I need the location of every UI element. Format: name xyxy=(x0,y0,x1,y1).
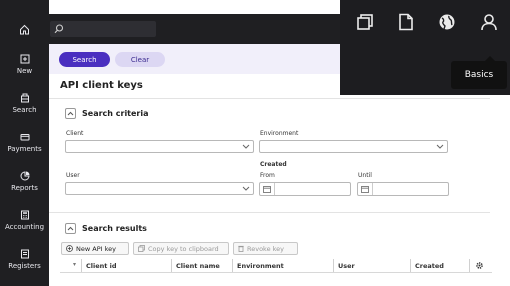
column-header-created[interactable]: Created xyxy=(410,259,467,272)
results-table-header: ▾ Client id Client name Environment User… xyxy=(60,259,492,272)
new-icon xyxy=(20,54,29,64)
nav-item-search[interactable]: Search xyxy=(0,93,49,129)
app-root: New Search Payments Reports Accounting R… xyxy=(0,0,510,286)
nav-item-label: Registers xyxy=(8,262,41,270)
nav-item-label: Search xyxy=(12,106,37,114)
search-button[interactable]: Search xyxy=(59,52,110,67)
new-api-key-button[interactable]: New API key xyxy=(61,242,129,255)
nav-item-payments[interactable]: Payments xyxy=(0,132,49,168)
tooltip-basics: Basics xyxy=(451,56,507,89)
button-label: Copy key to clipboard xyxy=(148,244,219,253)
search-results-header[interactable]: Search results xyxy=(65,223,147,234)
column-label: Created xyxy=(415,261,444,270)
column-label: Client name xyxy=(176,261,220,270)
chevron-up-icon[interactable] xyxy=(65,223,76,234)
column-header-environment[interactable]: Environment xyxy=(232,259,333,272)
reports-icon xyxy=(20,171,30,181)
nav-item-accounting[interactable]: Accounting xyxy=(0,210,49,246)
search-criteria-header[interactable]: Search criteria xyxy=(65,108,149,119)
environment-select[interactable] xyxy=(259,140,448,153)
created-label: Created xyxy=(260,161,287,168)
nav-item-label: New xyxy=(16,67,33,75)
chevron-up-icon[interactable] xyxy=(65,108,76,119)
windows-icon[interactable] xyxy=(354,11,376,33)
from-date-input[interactable] xyxy=(259,182,351,196)
user-label: User xyxy=(66,172,80,179)
home-icon xyxy=(20,24,29,34)
divider xyxy=(49,98,490,99)
registers-icon xyxy=(20,249,29,259)
until-date-input[interactable] xyxy=(357,182,449,196)
client-label: Client xyxy=(66,130,84,137)
column-header-client-id[interactable]: Client id xyxy=(81,259,171,272)
column-label: Environment xyxy=(237,261,284,270)
section-title: Search results xyxy=(82,224,147,233)
nav-item-reports[interactable]: Reports xyxy=(0,171,49,207)
table-settings-button[interactable] xyxy=(469,259,489,272)
divider xyxy=(49,212,490,213)
chevron-down-icon xyxy=(242,186,250,191)
until-label: Until xyxy=(358,172,372,179)
add-icon xyxy=(66,245,73,252)
chevron-down-icon xyxy=(436,144,444,149)
action-bar: Search Clear xyxy=(49,44,340,74)
search-icon xyxy=(20,93,29,103)
clear-button[interactable]: Clear xyxy=(115,52,165,67)
calendar-icon[interactable] xyxy=(260,183,275,195)
column-header-client-name[interactable]: Client name xyxy=(171,259,232,272)
nav-item-label: Reports xyxy=(11,184,38,192)
home-button[interactable] xyxy=(0,14,49,44)
nav-item-label: Payments xyxy=(7,145,42,153)
column-header-user[interactable]: User xyxy=(333,259,410,272)
from-label: From xyxy=(260,172,275,179)
nav-item-registers[interactable]: Registers xyxy=(0,249,49,285)
revoke-key-button[interactable]: Revoke key xyxy=(233,242,298,255)
calendar-icon[interactable] xyxy=(358,183,373,195)
user-select[interactable] xyxy=(65,182,254,195)
globe-icon[interactable] xyxy=(436,11,458,33)
button-label: Revoke key xyxy=(247,244,285,253)
chevron-down-icon xyxy=(242,144,250,149)
sort-icon[interactable]: ▾ xyxy=(73,261,76,268)
accounting-icon xyxy=(20,210,29,220)
global-search-input[interactable] xyxy=(50,21,156,37)
trash-icon xyxy=(238,245,244,252)
button-label: New API key xyxy=(76,244,116,253)
column-label: Client id xyxy=(86,261,117,270)
copy-key-button[interactable]: Copy key to clipboard xyxy=(133,242,229,255)
section-title: Search criteria xyxy=(82,109,149,118)
divider xyxy=(60,272,492,273)
client-select[interactable] xyxy=(65,140,254,153)
document-icon[interactable] xyxy=(395,11,417,33)
payments-icon xyxy=(20,134,29,141)
column-label: User xyxy=(338,261,355,270)
copy-icon xyxy=(138,245,145,252)
search-icon xyxy=(54,24,64,34)
nav-item-new[interactable]: New xyxy=(0,54,49,90)
sidebar: New Search Payments Reports Accounting R… xyxy=(0,0,49,286)
user-icon[interactable] xyxy=(478,11,500,33)
environment-label: Environment xyxy=(260,130,299,137)
gear-icon xyxy=(476,262,483,269)
nav-item-label: Accounting xyxy=(4,223,45,231)
page-title: API client keys xyxy=(60,80,143,91)
